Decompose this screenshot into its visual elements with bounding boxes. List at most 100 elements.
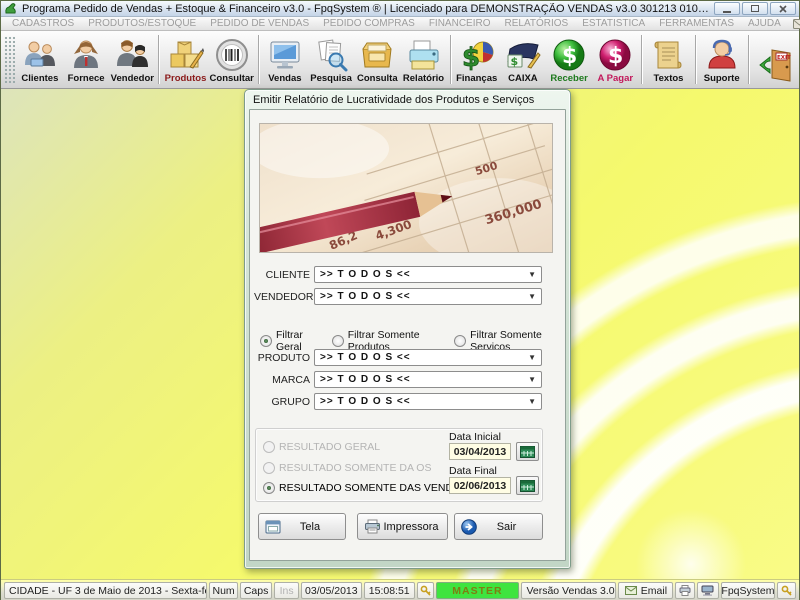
produto-label: PRODUTO <box>254 352 310 364</box>
clients-icon <box>23 37 57 73</box>
screen-icon <box>265 520 281 534</box>
toolbar-vendedor-button[interactable]: Vendedor <box>109 33 155 86</box>
menu-relatorios[interactable]: RELATÓRIOS <box>498 18 576 29</box>
radio-filtrar-geral[interactable] <box>260 335 272 347</box>
menu-ferramentas[interactable]: FERRAMENTAS <box>652 18 741 29</box>
toolbar-clientes-button[interactable]: Clientes <box>17 33 63 86</box>
chevron-down-icon: ▼ <box>528 353 536 362</box>
close-icon <box>779 5 787 13</box>
toolbar-separator <box>641 35 642 84</box>
tela-button[interactable]: Tela <box>258 513 346 540</box>
mail-icon <box>793 19 800 29</box>
minimize-button[interactable] <box>714 2 740 15</box>
radio-resultado-somente-os[interactable] <box>263 462 275 474</box>
status-date: 03/05/2013 <box>301 582 362 599</box>
status-insert: Ins <box>274 582 299 599</box>
toolbar-relatorio-button[interactable]: Relatório <box>400 33 446 86</box>
toolbar-separator <box>748 35 749 84</box>
file-drawer-icon <box>359 37 395 73</box>
svg-text:$: $ <box>510 55 518 68</box>
menu-ajuda[interactable]: AJUDA <box>741 18 788 29</box>
svg-text:$: $ <box>562 44 577 69</box>
calendar-icon <box>520 479 535 492</box>
menu-bar: CADASTROS PRODUTOS/ESTOQUE PEDIDO DE VEN… <box>1 17 799 31</box>
menu-estatistica[interactable]: ESTATISTICA <box>575 18 652 29</box>
data-final-calendar-button[interactable] <box>516 476 539 495</box>
toolbar-financas-button[interactable]: $ Finanças <box>454 33 500 86</box>
menu-produtos-estoque[interactable]: PRODUTOS/ESTOQUE <box>81 18 203 29</box>
dialog-body: 500 360,000 4,300 86,2 CLIENTE >> <box>249 109 566 561</box>
status-user-badge: MASTER <box>436 582 518 599</box>
barcode-icon <box>215 37 249 73</box>
toolbar-receber-button[interactable]: $ Receber <box>546 33 592 86</box>
close-button[interactable] <box>770 2 796 15</box>
exit-arrow-icon <box>461 519 477 535</box>
toolbar-produtos-button[interactable]: Produtos <box>162 33 208 86</box>
toolbar-pesquisa-button[interactable]: Pesquisa <box>308 33 354 86</box>
data-inicial-field[interactable]: 03/04/2013 <box>449 443 511 460</box>
vendedor-select[interactable]: >> T O D O S << ▼ <box>314 288 542 305</box>
toolbar-fornece-button[interactable]: Fornece <box>63 33 109 86</box>
menu-financeiro[interactable]: FINANCEIRO <box>422 18 498 29</box>
radio-resultado-vendas-row: RESULTADO SOMENTE DAS VENDAS <box>263 482 467 494</box>
toolbar-separator <box>695 35 696 84</box>
receive-dollar-icon: $ <box>552 37 586 73</box>
status-brand: FpqSystem <box>721 582 776 599</box>
radio-resultado-somente-vendas[interactable] <box>263 482 275 494</box>
chevron-down-icon: ▼ <box>528 270 536 279</box>
toolbar-separator <box>158 35 159 84</box>
toolbar-consulta-button[interactable]: Consulta <box>354 33 400 86</box>
products-boxes-icon <box>168 37 204 73</box>
report-printer-icon <box>406 37 442 73</box>
status-bar: CIDADE - UF 3 de Maio de 2013 - Sexta-fe… <box>1 579 799 600</box>
status-printer-panel[interactable] <box>675 582 695 599</box>
marca-select[interactable]: >> T O D O S << ▼ <box>314 371 542 388</box>
status-email-panel[interactable]: Email <box>618 582 673 599</box>
toolbar-consultar-button[interactable]: Consultar <box>209 33 255 86</box>
toolbar-caixa-button[interactable]: $ CAIXA <box>500 33 546 86</box>
data-final-label: Data Final <box>449 465 497 477</box>
status-time: 15:08:51 <box>364 582 415 599</box>
sair-button[interactable]: Sair <box>454 513 543 540</box>
menu-pedido-compras[interactable]: PEDIDO COMPRAS <box>316 18 422 29</box>
produto-select[interactable]: >> T O D O S << ▼ <box>314 349 542 366</box>
data-inicial-calendar-button[interactable] <box>516 442 539 461</box>
toolbar-exit-button[interactable]: EXIT <box>752 33 798 86</box>
window-title: Programa Pedido de Vendas + Estoque & Fi… <box>22 3 710 15</box>
radio-resultado-geral-row: RESULTADO GERAL <box>263 441 380 453</box>
radio-filtrar-somente-produtos[interactable] <box>332 335 344 347</box>
status-caps-lock: Caps <box>240 582 272 599</box>
chevron-down-icon: ▼ <box>528 397 536 406</box>
app-logo-icon <box>4 2 18 15</box>
salesperson-icon <box>115 37 149 73</box>
support-agent-icon <box>705 37 739 73</box>
status-computer-panel[interactable] <box>697 582 719 599</box>
data-final-field[interactable]: 02/06/2013 <box>449 477 511 494</box>
toolbar-apagar-button[interactable]: $ A Pagar <box>592 33 638 86</box>
svg-text:$: $ <box>608 44 623 69</box>
app-window: Programa Pedido de Vendas + Estoque & Fi… <box>0 0 800 600</box>
toolbar-suporte-button[interactable]: Suporte <box>699 33 745 86</box>
status-version-panel: Versão Vendas 3.0 <box>521 582 617 599</box>
title-bar: Programa Pedido de Vendas + Estoque & Fi… <box>1 1 799 17</box>
cliente-select[interactable]: >> T O D O S << ▼ <box>314 266 542 283</box>
pay-dollar-icon: $ <box>598 37 632 73</box>
menu-cadastros[interactable]: CADASTROS <box>5 18 81 29</box>
toolbar-textos-button[interactable]: Textos <box>645 33 691 86</box>
window-controls <box>714 2 796 15</box>
radio-resultado-geral[interactable] <box>263 441 275 453</box>
grupo-select[interactable]: >> T O D O S << ▼ <box>314 393 542 410</box>
toolbar-vendas-button[interactable]: Vendas <box>262 33 308 86</box>
toolbar-separator <box>450 35 451 84</box>
cashbook-icon: $ <box>504 37 542 73</box>
menu-email[interactable]: E-MAIL <box>788 18 800 29</box>
search-documents-icon <box>314 37 348 73</box>
client-area: Emitir Relatório de Lucratividade dos Pr… <box>1 89 799 579</box>
scroll-icon <box>651 37 685 73</box>
radio-filtrar-somente-servicos[interactable] <box>454 335 466 347</box>
dialog-title: Emitir Relatório de Lucratividade dos Pr… <box>249 90 566 109</box>
menu-pedido-de-vendas[interactable]: PEDIDO DE VENDAS <box>203 18 316 29</box>
impressora-button[interactable]: Impressora <box>357 513 448 540</box>
finance-dollar-pie-icon: $ <box>459 37 495 73</box>
maximize-button[interactable] <box>742 2 768 15</box>
